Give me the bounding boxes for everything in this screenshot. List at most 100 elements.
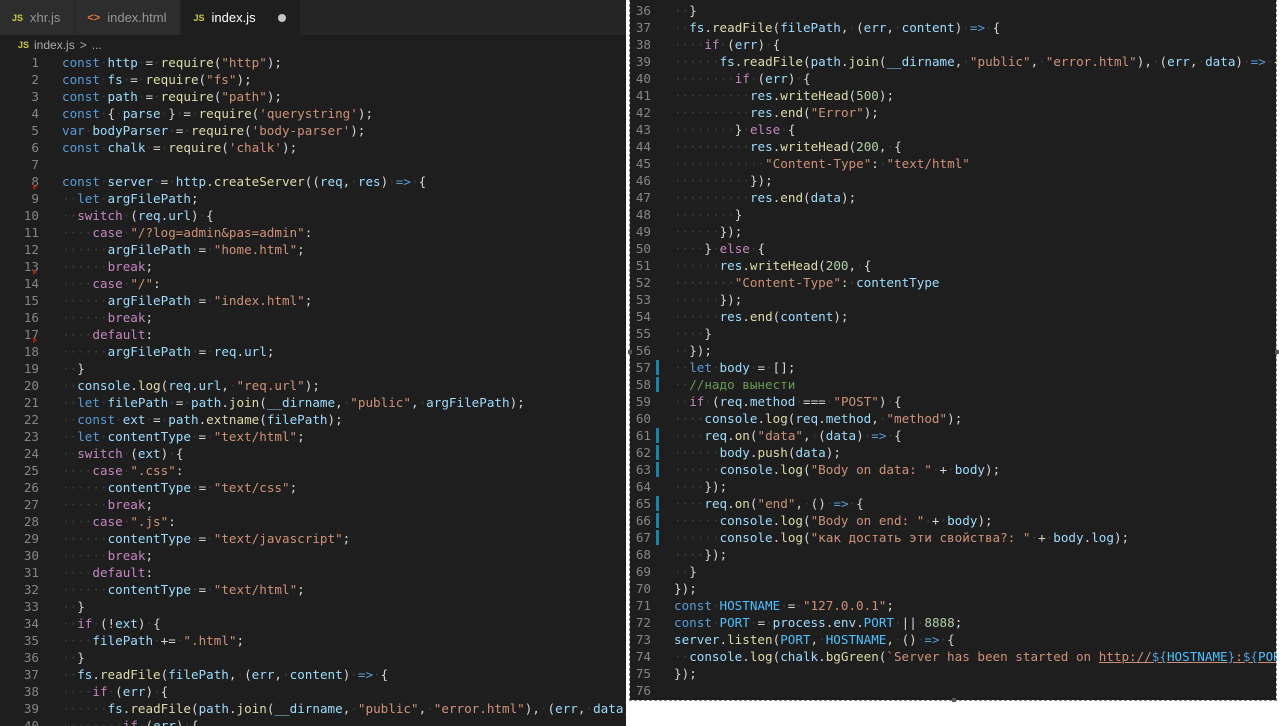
code-line[interactable]: 38 ····if·(err)·{: [630, 36, 1276, 53]
code-line[interactable]: 31 ····default:: [0, 564, 626, 581]
breadcrumb-file[interactable]: index.js: [34, 38, 75, 52]
code-line[interactable]: 19 ··}: [0, 360, 626, 377]
right-editor-pane[interactable]: 36 ··} 37 ··fs.readFile(filePath,·(err,·con…: [629, 0, 1277, 701]
code-line[interactable]: 35 ····filePath·+=·".html";: [0, 632, 626, 649]
code-line[interactable]: 54 ······res.end(content);: [630, 308, 1276, 325]
code-line[interactable]: 24 ··switch·(ext)·{: [0, 445, 626, 462]
code-line[interactable]: 9 ··let·argFilePath;: [0, 190, 626, 207]
code-line[interactable]: 5 var·bodyParser·=·require('body-parser')…: [0, 122, 626, 139]
code-line[interactable]: 59 ··if·(req.method·===·"POST")·{: [630, 393, 1276, 410]
code-line[interactable]: 69 ··}: [630, 563, 1276, 580]
code-line[interactable]: 28 ····case·".js":: [0, 513, 626, 530]
code-line[interactable]: 37 ··fs.readFile(filePath,·(err,·content)…: [630, 19, 1276, 36]
code-line[interactable]: 23 ··let·contentType·=·"text/html";: [0, 428, 626, 445]
code-line[interactable]: 76: [630, 682, 1276, 699]
code-line[interactable]: 8 const·server·=·http.createServer((req,·…: [0, 173, 626, 190]
code-area[interactable]: 36 ··} 37 ··fs.readFile(filePath,·(err,·con…: [630, 2, 1276, 699]
code-line[interactable]: 27 ······break;: [0, 496, 626, 513]
code-line[interactable]: 46 ··········});: [630, 172, 1276, 189]
code-line[interactable]: 56 ··});: [630, 342, 1276, 359]
code-line[interactable]: 34 ··if·(!ext)·{: [0, 615, 626, 632]
code-line[interactable]: 70});: [630, 580, 1276, 597]
code-line[interactable]: 42 ··········res.end("Error");: [630, 104, 1276, 121]
code-line[interactable]: 57 ··let·body·=·[];: [630, 359, 1276, 376]
code-line[interactable]: 67 ······console.log("как достать эти сво…: [630, 529, 1276, 546]
unsaved-dot-icon[interactable]: [277, 13, 286, 22]
code-line[interactable]: 50 ····}·else·{: [630, 240, 1276, 257]
code-line[interactable]: 39 ······fs.readFile(path.join(__dirname,…: [630, 53, 1276, 70]
tab-xhr-js[interactable]: JS xhr.js: [0, 0, 76, 35]
code-line[interactable]: 36 ··}: [630, 2, 1276, 19]
code-line[interactable]: 32 ······contentType·=·"text/html";: [0, 581, 626, 598]
code-line[interactable]: 60 ····console.log(req.method,·"method");: [630, 410, 1276, 427]
code-line[interactable]: 51 ······res.writeHead(200,·{: [630, 257, 1276, 274]
code-line[interactable]: 12 ······argFilePath·=·"home.html";: [0, 241, 626, 258]
code-line[interactable]: 15 ······argFilePath·=·"index.html";: [0, 292, 626, 309]
code-line[interactable]: 22 ··const·ext·=·path.extname(filePath);: [0, 411, 626, 428]
gutter-modified-marker[interactable]: [656, 462, 659, 477]
code-line[interactable]: 37 ··fs.readFile(filePath,·(err,·content)…: [0, 666, 626, 683]
code-line[interactable]: 39 ······fs.readFile(path.join(__dirname,…: [0, 700, 626, 717]
code-line[interactable]: 72 const·PORT·=·process.env.PORT·||·8888;: [630, 614, 1276, 631]
code-line[interactable]: 64 ····});: [630, 478, 1276, 495]
gutter-modified-marker[interactable]: [656, 377, 659, 392]
code-line[interactable]: 3 const·path·=·require("path");: [0, 88, 626, 105]
code-line[interactable]: 49 ······});: [630, 223, 1276, 240]
code-line[interactable]: 20 ··console.log(req.url,·"req.url");: [0, 377, 626, 394]
gutter-modified-marker[interactable]: [656, 428, 659, 443]
left-editor-pane[interactable]: JS xhr.js <> index.html JS index.js JS i…: [0, 0, 626, 726]
code-line[interactable]: 2 const·fs·=·require("fs");: [0, 71, 626, 88]
code-line[interactable]: 47 ··········res.end(data);: [630, 189, 1276, 206]
code-line[interactable]: 13 ······break;: [0, 258, 626, 275]
gutter-modified-marker[interactable]: [656, 513, 659, 528]
code-line[interactable]: 75});: [630, 665, 1276, 682]
code-line[interactable]: 43 ········}·else·{: [630, 121, 1276, 138]
code-line[interactable]: 58 ··//надо вынести: [630, 376, 1276, 393]
code-line[interactable]: 18 ······argFilePath·=·req.url;: [0, 343, 626, 360]
code-line[interactable]: 30 ······break;: [0, 547, 626, 564]
code-line[interactable]: 11 ····case·"/?log=admin&pas=admin":: [0, 224, 626, 241]
code-line[interactable]: 4 const·{·parse·}·=·require('querystring'…: [0, 105, 626, 122]
code-line[interactable]: 40 ········if·(err)·{: [0, 717, 626, 726]
code-line[interactable]: 40 ········if·(err)·{: [630, 70, 1276, 87]
resize-handle[interactable]: [628, 350, 632, 354]
code-line[interactable]: 44 ··········res.writeHead(200,·{: [630, 138, 1276, 155]
code-line[interactable]: 65 ····req.on("end",·()·=>·{: [630, 495, 1276, 512]
gutter-modified-marker[interactable]: [656, 530, 659, 545]
resize-handle[interactable]: [952, 698, 956, 702]
code-line[interactable]: 38 ····if·(err)·{: [0, 683, 626, 700]
code-line[interactable]: 61 ····req.on("data",·(data)·=>·{: [630, 427, 1276, 444]
code-line[interactable]: 25 ····case·".css":: [0, 462, 626, 479]
code-line[interactable]: 48 ········}: [630, 206, 1276, 223]
code-line[interactable]: 45 ············"Content-Type":·"text/html…: [630, 155, 1276, 172]
code-line[interactable]: 52 ········"Content-Type":·contentType: [630, 274, 1276, 291]
code-line[interactable]: 71 const·HOSTNAME·=·"127.0.0.1";: [630, 597, 1276, 614]
code-line[interactable]: 26 ······contentType·=·"text/css";: [0, 479, 626, 496]
code-line[interactable]: 73 server.listen(PORT,·HOSTNAME,·()·=>·{: [630, 631, 1276, 648]
gutter-modified-marker[interactable]: [656, 445, 659, 460]
code-line[interactable]: 68 ····});: [630, 546, 1276, 563]
code-line[interactable]: 41 ··········res.writeHead(500);: [630, 87, 1276, 104]
code-line[interactable]: 17 ····default:: [0, 326, 626, 343]
code-line[interactable]: 74 ··console.log(chalk.bgGreen(`Server ha…: [630, 648, 1276, 665]
code-line[interactable]: 62 ······body.push(data);: [630, 444, 1276, 461]
tab-index-html[interactable]: <> index.html: [75, 0, 182, 35]
code-line[interactable]: 16 ······break;: [0, 309, 626, 326]
code-line[interactable]: 1 const·http·=·require("http");: [0, 54, 626, 71]
code-line[interactable]: 36 ··}: [0, 649, 626, 666]
code-line[interactable]: 66 ······console.log("Body on end: "·+·bo…: [630, 512, 1276, 529]
code-line[interactable]: 63 ······console.log("Body on data: "·+·b…: [630, 461, 1276, 478]
code-line[interactable]: 7: [0, 156, 626, 173]
code-line[interactable]: 29 ······contentType·=·"text/javascript";: [0, 530, 626, 547]
code-line[interactable]: 55 ····}: [630, 325, 1276, 342]
code-line[interactable]: 33 ··}: [0, 598, 626, 615]
code-line[interactable]: 14 ····case·"/":: [0, 275, 626, 292]
gutter-modified-marker[interactable]: [656, 496, 659, 511]
resize-handle[interactable]: [1275, 350, 1279, 354]
code-area[interactable]: 1 const·http·=·require("http"); 2 const·fs·…: [0, 54, 626, 726]
gutter-modified-marker[interactable]: [656, 360, 659, 375]
tab-index-js[interactable]: JS index.js: [181, 0, 301, 35]
breadcrumb-more[interactable]: ...: [92, 38, 102, 52]
code-line[interactable]: 53 ······});: [630, 291, 1276, 308]
code-line[interactable]: 21 ··let·filePath·=·path.join(__dirname,·…: [0, 394, 626, 411]
